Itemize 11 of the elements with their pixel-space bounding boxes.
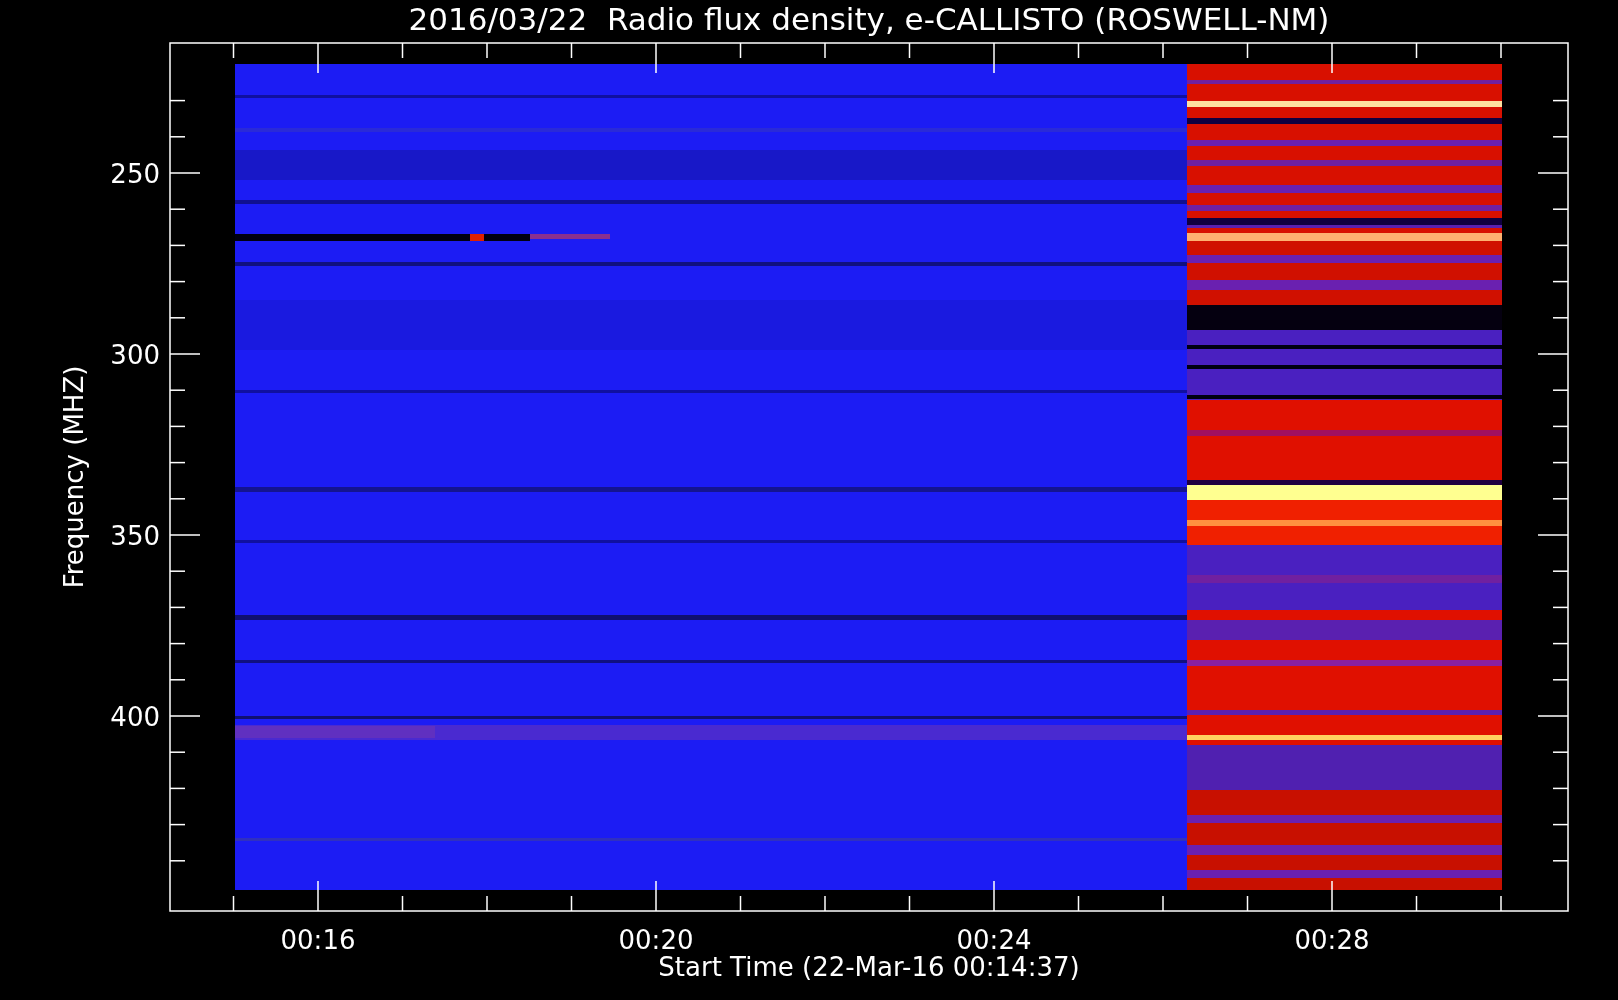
y-tick-label: 300: [110, 340, 160, 370]
x-tick-label: 00:16: [280, 925, 356, 955]
chart-title: 2016/03/22 Radio flux density, e-CALLISTO (ROSWELL-NM): [408, 1, 1330, 37]
x-axis-label: Start Time (22-Mar-16 00:14:37): [658, 952, 1080, 982]
y-tick-label: 400: [110, 702, 160, 732]
x-tick-label: 00:28: [1294, 925, 1370, 955]
y-axis-label: Frequency (MHZ): [59, 365, 89, 589]
x-tick-label: 00:20: [618, 925, 694, 955]
y-tick-label: 250: [110, 159, 160, 189]
y-tick-label: 350: [110, 521, 160, 551]
x-tick-label: 00:24: [956, 925, 1032, 955]
